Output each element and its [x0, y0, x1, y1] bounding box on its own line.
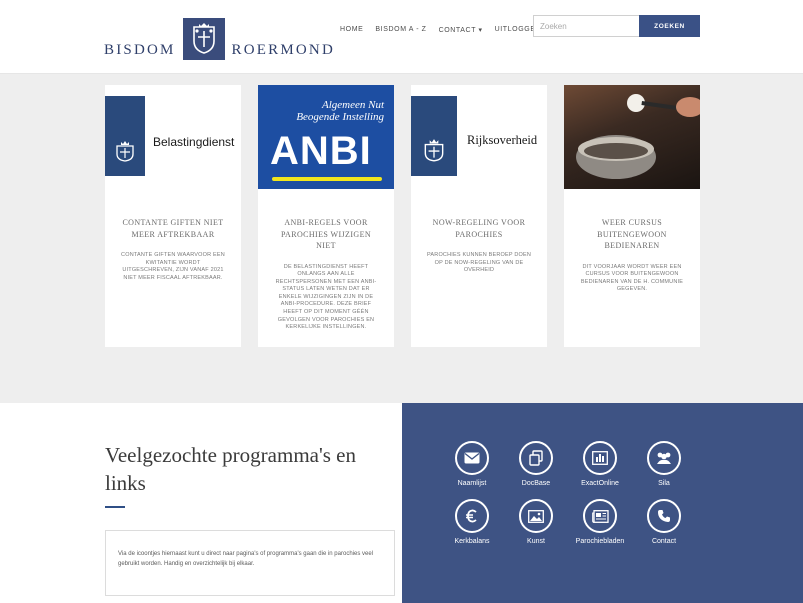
quick-link-label: Sila — [658, 480, 670, 487]
logo-text-left: BISDOM — [104, 41, 176, 58]
site-header: BISDOM ROERMOND HOME BISDOM A - Z CONTAC… — [0, 0, 803, 74]
rijksoverheid-logo-text: Rijksoverheid — [467, 133, 538, 147]
quick-link-parochiebladen[interactable]: Parochiebladen — [570, 499, 630, 545]
quick-link-docbase[interactable]: DocBase — [506, 441, 566, 487]
quick-link-kunst[interactable]: Kunst — [506, 499, 566, 545]
search-input[interactable] — [533, 15, 639, 37]
crest-icon — [411, 96, 457, 176]
quick-link-label: Naamlijst — [457, 480, 487, 487]
links-intro: Veelgezochte programma's en links Via de… — [0, 403, 402, 603]
belastingdienst-logo-text: Belastingdienst — [153, 135, 235, 149]
quick-link-label: DocBase — [521, 480, 551, 487]
quick-link-contact[interactable]: Contact — [634, 499, 694, 545]
news-title[interactable]: WEER CURSUS BUITENGEWOON BEDIENAREN — [576, 217, 688, 252]
quick-link-label: Kunst — [527, 538, 545, 545]
news-summary: PAROCHIES KUNNEN BEROEP DOEN OP DE NOW-R… — [426, 252, 532, 274]
anbi-subtitle: Algemeen Nut Beogende Instelling — [296, 99, 384, 123]
quick-link-naamlijst[interactable]: Naamlijst — [442, 441, 502, 487]
news-image-anbi[interactable]: Algemeen Nut Beogende Instelling ANBI — [258, 85, 394, 189]
news-section: Belastingdienst CONTANTE GIFTEN NIET MEE… — [0, 74, 803, 403]
news-image-communion-photo[interactable] — [564, 85, 700, 189]
quick-links-panel: Naamlijst DocBase ExactOnline Sila Kerkb — [402, 403, 803, 603]
search-button[interactable]: ZOEKEN — [639, 15, 700, 37]
main-nav: HOME BISDOM A - Z CONTACT ▾ UITLOGGEN — [340, 26, 541, 34]
news-title[interactable]: NOW-REGELING VOOR PAROCHIES — [423, 217, 535, 240]
news-summary: DE BELASTINGDIENST HEEFT ONLANGS AAN ALL… — [275, 263, 377, 331]
page: BISDOM ROERMOND HOME BISDOM A - Z CONTAC… — [0, 0, 803, 603]
links-description: Via de icoontjes hiernaast kunt u direct… — [118, 551, 373, 567]
quick-link-label: ExactOnline — [581, 480, 619, 487]
news-summary: DIT VOORJAAR WORDT WEER EEN CURSUS VOOR … — [580, 263, 684, 293]
logo-text-right: ROERMOND — [231, 41, 335, 58]
news-card[interactable]: Belastingdienst CONTANTE GIFTEN NIET MEE… — [105, 85, 241, 347]
nav-home[interactable]: HOME — [340, 26, 363, 34]
envelope-icon[interactable] — [455, 441, 489, 475]
users-icon[interactable] — [647, 441, 681, 475]
euro-icon[interactable] — [455, 499, 489, 533]
picture-icon[interactable] — [519, 499, 553, 533]
site-logo[interactable]: BISDOM ROERMOND — [104, 18, 335, 60]
quick-link-kerkbalans[interactable]: Kerkbalans — [442, 499, 502, 545]
news-title[interactable]: ANBI-REGELS VOOR PAROCHIES WIJZIGEN NIET — [270, 217, 382, 252]
news-title[interactable]: CONTANTE GIFTEN NIET MEER AFTREKBAAR — [117, 217, 229, 240]
news-card[interactable]: Rijksoverheid NOW-REGELING VOOR PAROCHIE… — [411, 85, 547, 347]
news-image-belastingdienst[interactable]: Belastingdienst — [105, 85, 241, 189]
quick-link-sila[interactable]: Sila — [634, 441, 694, 487]
quick-link-label: Parochiebladen — [575, 538, 625, 545]
newspaper-icon[interactable] — [583, 499, 617, 533]
heading-underline — [105, 506, 125, 508]
nav-contact[interactable]: CONTACT ▾ — [439, 26, 483, 34]
anbi-subtitle-line: Algemeen Nut — [321, 99, 384, 111]
news-card[interactable]: WEER CURSUS BUITENGEWOON BEDIENAREN DIT … — [564, 85, 700, 347]
news-image-rijksoverheid[interactable]: Rijksoverheid — [411, 85, 547, 189]
documents-icon[interactable] — [519, 441, 553, 475]
links-description-box: Via de icoontjes hiernaast kunt u direct… — [105, 530, 395, 596]
quick-link-label: Kerkbalans — [454, 538, 490, 545]
links-heading: Veelgezochte programma's en links — [105, 443, 357, 495]
anbi-underline — [272, 177, 382, 181]
anbi-logo-text: ANBI — [270, 129, 372, 173]
anbi-subtitle-line: Beogende Instelling — [296, 111, 384, 123]
quick-link-exactonline[interactable]: ExactOnline — [570, 441, 630, 487]
search-form: ZOEKEN — [533, 15, 700, 37]
nav-bisdom-a-z[interactable]: BISDOM A - Z — [375, 26, 426, 34]
bar-chart-icon[interactable] — [583, 441, 617, 475]
crest-icon — [182, 18, 225, 60]
quick-link-label: Contact — [651, 538, 677, 545]
crest-icon — [105, 96, 145, 176]
phone-icon[interactable] — [647, 499, 681, 533]
news-summary: CONTANTE GIFTEN WAARVOOR EEN KWITANTIE W… — [121, 252, 225, 281]
news-card[interactable]: Algemeen Nut Beogende Instelling ANBI AN… — [258, 85, 394, 347]
